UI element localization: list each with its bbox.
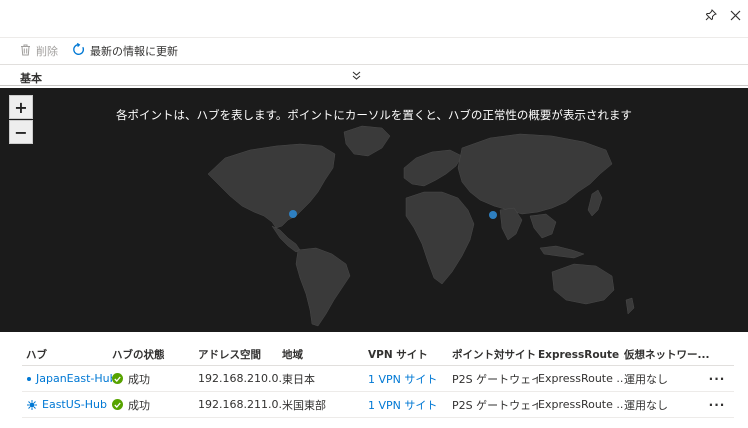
table-row[interactable]: EastUS-Hub 成功 192.168.211.0... 米国東部 1 VP… [22, 392, 734, 418]
refresh-icon [72, 42, 85, 59]
more-icon[interactable]: ··· [702, 366, 732, 391]
header-region[interactable]: 地域 [282, 344, 368, 365]
success-check-icon [112, 399, 123, 410]
hub-marker-japaneast[interactable] [489, 211, 497, 219]
p2s-cell: P2S ゲートウェイ... [452, 372, 538, 386]
hub-status-cell: 成功 [112, 392, 198, 417]
address-space-cell: 192.168.210.0... [198, 372, 282, 385]
hub-table: ハブ ハブの状態 アドレス空間 地域 VPN サイト ポイント対サイト Expr… [22, 344, 734, 418]
address-space-cell: 192.168.211.0... [198, 398, 282, 411]
table-row[interactable]: JapanEast-Hub 成功 192.168.210.0... 東日本 1 … [22, 366, 734, 392]
hub-status-cell: 成功 [112, 366, 198, 391]
pin-icon[interactable] [700, 4, 722, 26]
chevron-double-down-icon[interactable] [352, 71, 361, 84]
refresh-label: 最新の情報に更新 [90, 45, 178, 58]
command-bar: 削除 最新の情報に更新 [0, 37, 748, 65]
more-icon[interactable]: ··· [702, 392, 732, 417]
region-cell: 東日本 [282, 372, 315, 386]
close-icon[interactable] [724, 4, 746, 26]
hub-icon [26, 376, 32, 382]
expressroute-cell: ExpressRoute ... [538, 398, 624, 411]
delete-label: 削除 [36, 45, 58, 58]
map-instruction-text: 各ポイントは、ハブを表します。ポイントにカーソルを置くと、ハブの正常性の概要が表… [116, 108, 632, 122]
header-vpn-site[interactable]: VPN サイト [368, 344, 452, 365]
header-address-space[interactable]: アドレス空間 [198, 344, 282, 365]
header-hub-status[interactable]: ハブの状態 [112, 344, 198, 365]
region-cell: 米国東部 [282, 398, 326, 412]
hub-status-text: 成功 [128, 372, 150, 386]
zoom-out-button[interactable]: − [9, 120, 33, 144]
hub-link[interactable]: JapanEast-Hub [36, 372, 112, 385]
hub-icon [26, 399, 38, 411]
expressroute-cell: ExpressRoute ... [538, 372, 624, 385]
hub-status-text: 成功 [128, 398, 150, 412]
virtual-network-cell: 運用なし [624, 372, 668, 386]
hub-name-cell: JapanEast-Hub [26, 366, 112, 391]
hub-marker-eastus[interactable] [289, 210, 297, 218]
hub-name-cell: EastUS-Hub [26, 392, 112, 417]
trash-icon [20, 44, 31, 59]
world-map-land [207, 125, 635, 327]
success-check-icon [112, 373, 123, 384]
vpn-site-link[interactable]: 1 VPN サイト [368, 366, 452, 391]
world-map[interactable]: + − 各ポイントは、ハブを表します。ポイントにカーソルを置くと、ハブの正常性の… [0, 88, 748, 332]
table-header: ハブ ハブの状態 アドレス空間 地域 VPN サイト ポイント対サイト Expr… [22, 344, 734, 366]
hub-link[interactable]: EastUS-Hub [42, 398, 107, 411]
header-hub[interactable]: ハブ [26, 344, 112, 365]
p2s-cell: P2S ゲートウェイ... [452, 398, 538, 412]
vpn-site-link[interactable]: 1 VPN サイト [368, 392, 452, 417]
header-point-to-site[interactable]: ポイント対サイト [452, 344, 538, 365]
refresh-button[interactable]: 最新の情報に更新 [72, 42, 178, 59]
blade-title-bar [0, 0, 748, 34]
essentials-title: 基本 [20, 72, 42, 85]
header-virtual-network[interactable]: 仮想ネットワー... [624, 344, 710, 365]
virtual-network-cell: 運用なし [624, 398, 668, 412]
delete-button[interactable]: 削除 [20, 43, 58, 59]
essentials-section: 基本 [0, 68, 748, 86]
header-expressroute[interactable]: ExpressRoute ... [538, 344, 624, 365]
